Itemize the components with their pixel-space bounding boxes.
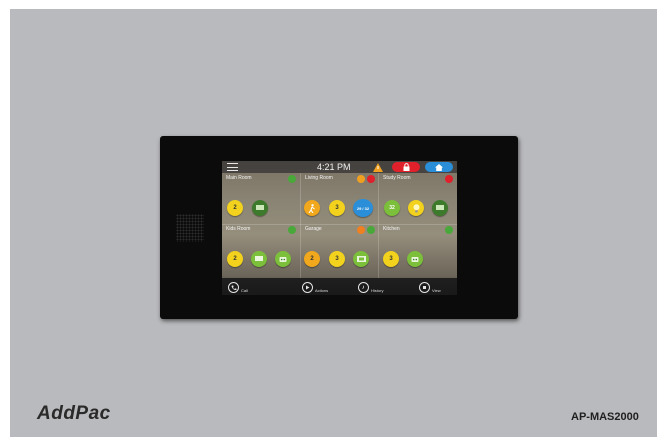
check-badge-icon <box>445 226 453 234</box>
bulb-icon[interactable] <box>408 200 424 216</box>
home-icon[interactable] <box>425 162 453 172</box>
sensor-icon[interactable]: 32 <box>384 200 400 216</box>
model-number: AP-MAS2000 <box>571 411 639 423</box>
brand-logo: AddPac <box>37 403 111 424</box>
bulb-icon[interactable]: 2 <box>304 251 320 267</box>
bulb-icon[interactable]: 2 <box>227 251 243 267</box>
bulb-icon[interactable]: 3 <box>329 251 345 267</box>
device-panel: 4:21 PM Main Room 2 Living Room 3 29 / 3… <box>10 9 657 437</box>
view-button[interactable]: View <box>419 280 441 293</box>
clock-time: 4:21 PM <box>317 162 351 172</box>
actions-button[interactable]: Actions <box>302 280 328 293</box>
fire-badge-icon <box>357 226 365 234</box>
lock-badge-icon <box>367 175 375 183</box>
device-bezel: 4:21 PM Main Room 2 Living Room 3 29 / 3… <box>160 136 518 319</box>
room-label: Study Room <box>383 175 411 181</box>
tv-icon[interactable] <box>252 200 268 216</box>
stop-icon <box>419 282 430 293</box>
room-label: Garage <box>305 226 322 232</box>
touch-screen[interactable]: 4:21 PM Main Room 2 Living Room 3 29 / 3… <box>222 161 457 295</box>
speaker-grille <box>176 214 204 242</box>
bulb-icon[interactable]: 2 <box>227 200 243 216</box>
nav-label: Actions <box>315 288 329 293</box>
play-icon <box>302 282 313 293</box>
warning-badge-icon <box>357 175 365 183</box>
history-button[interactable]: History <box>358 280 383 293</box>
tv-icon[interactable] <box>432 200 448 216</box>
room-label: Kitchen <box>383 226 400 232</box>
room-tile-kids-room[interactable]: Kids Room 2 <box>222 224 300 286</box>
nav-label: History <box>371 288 384 293</box>
lock-icon[interactable] <box>392 162 420 172</box>
room-tile-kitchen[interactable]: Kitchen 3 <box>379 224 457 286</box>
door-icon[interactable] <box>353 251 369 267</box>
room-label: Living Room <box>305 175 333 181</box>
phone-icon <box>228 282 239 293</box>
bottom-nav: Call Actions History View <box>222 278 457 295</box>
motion-icon[interactable] <box>304 200 320 216</box>
status-bar: 4:21 PM <box>222 161 457 173</box>
room-label: Kids Room <box>226 226 251 232</box>
check-badge-icon <box>367 226 375 234</box>
clock-icon <box>358 282 369 293</box>
thermostat-icon[interactable]: 29 / 32 <box>353 199 373 217</box>
menu-icon[interactable] <box>227 163 238 171</box>
check-badge-icon <box>288 175 296 183</box>
bulb-icon[interactable]: 3 <box>329 200 345 216</box>
check-badge-icon <box>288 226 296 234</box>
call-button[interactable]: Call <box>228 280 248 293</box>
robot-icon[interactable] <box>407 251 423 267</box>
room-tile-garage[interactable]: Garage 2 3 <box>301 224 379 286</box>
room-label: Main Room <box>226 175 252 181</box>
nav-label: View <box>432 288 441 293</box>
lock-badge-icon <box>445 175 453 183</box>
tv-icon[interactable] <box>251 251 267 267</box>
robot-icon[interactable] <box>275 251 291 267</box>
warning-icon[interactable] <box>372 162 384 172</box>
bulb-icon[interactable]: 3 <box>383 251 399 267</box>
nav-label: Call <box>241 288 248 293</box>
